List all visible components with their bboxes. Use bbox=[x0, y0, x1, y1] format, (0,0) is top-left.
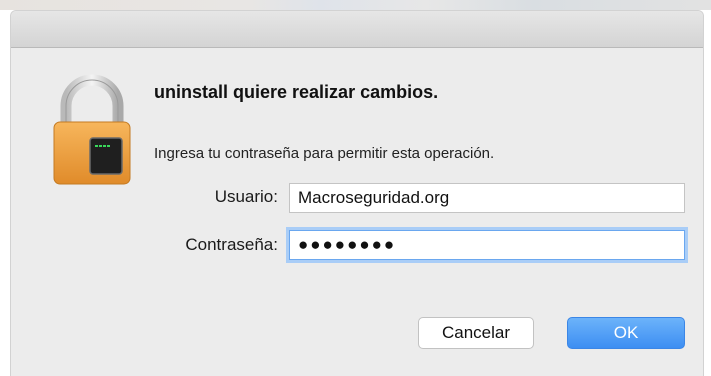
password-label: Contraseña: bbox=[185, 235, 278, 254]
cancel-button[interactable]: Cancelar bbox=[418, 317, 534, 349]
dialog-titlebar[interactable] bbox=[11, 11, 703, 48]
desktop-background bbox=[0, 0, 711, 10]
dialog-message: Ingresa tu contraseña para permitir esta… bbox=[154, 145, 495, 162]
dialog-heading: uninstall quiere realizar cambios. bbox=[154, 82, 439, 102]
lock-icon bbox=[53, 74, 131, 185]
username-field[interactable] bbox=[289, 183, 685, 213]
username-label: Usuario: bbox=[214, 187, 278, 206]
password-field[interactable] bbox=[289, 230, 685, 260]
ok-button[interactable]: OK bbox=[567, 317, 685, 349]
